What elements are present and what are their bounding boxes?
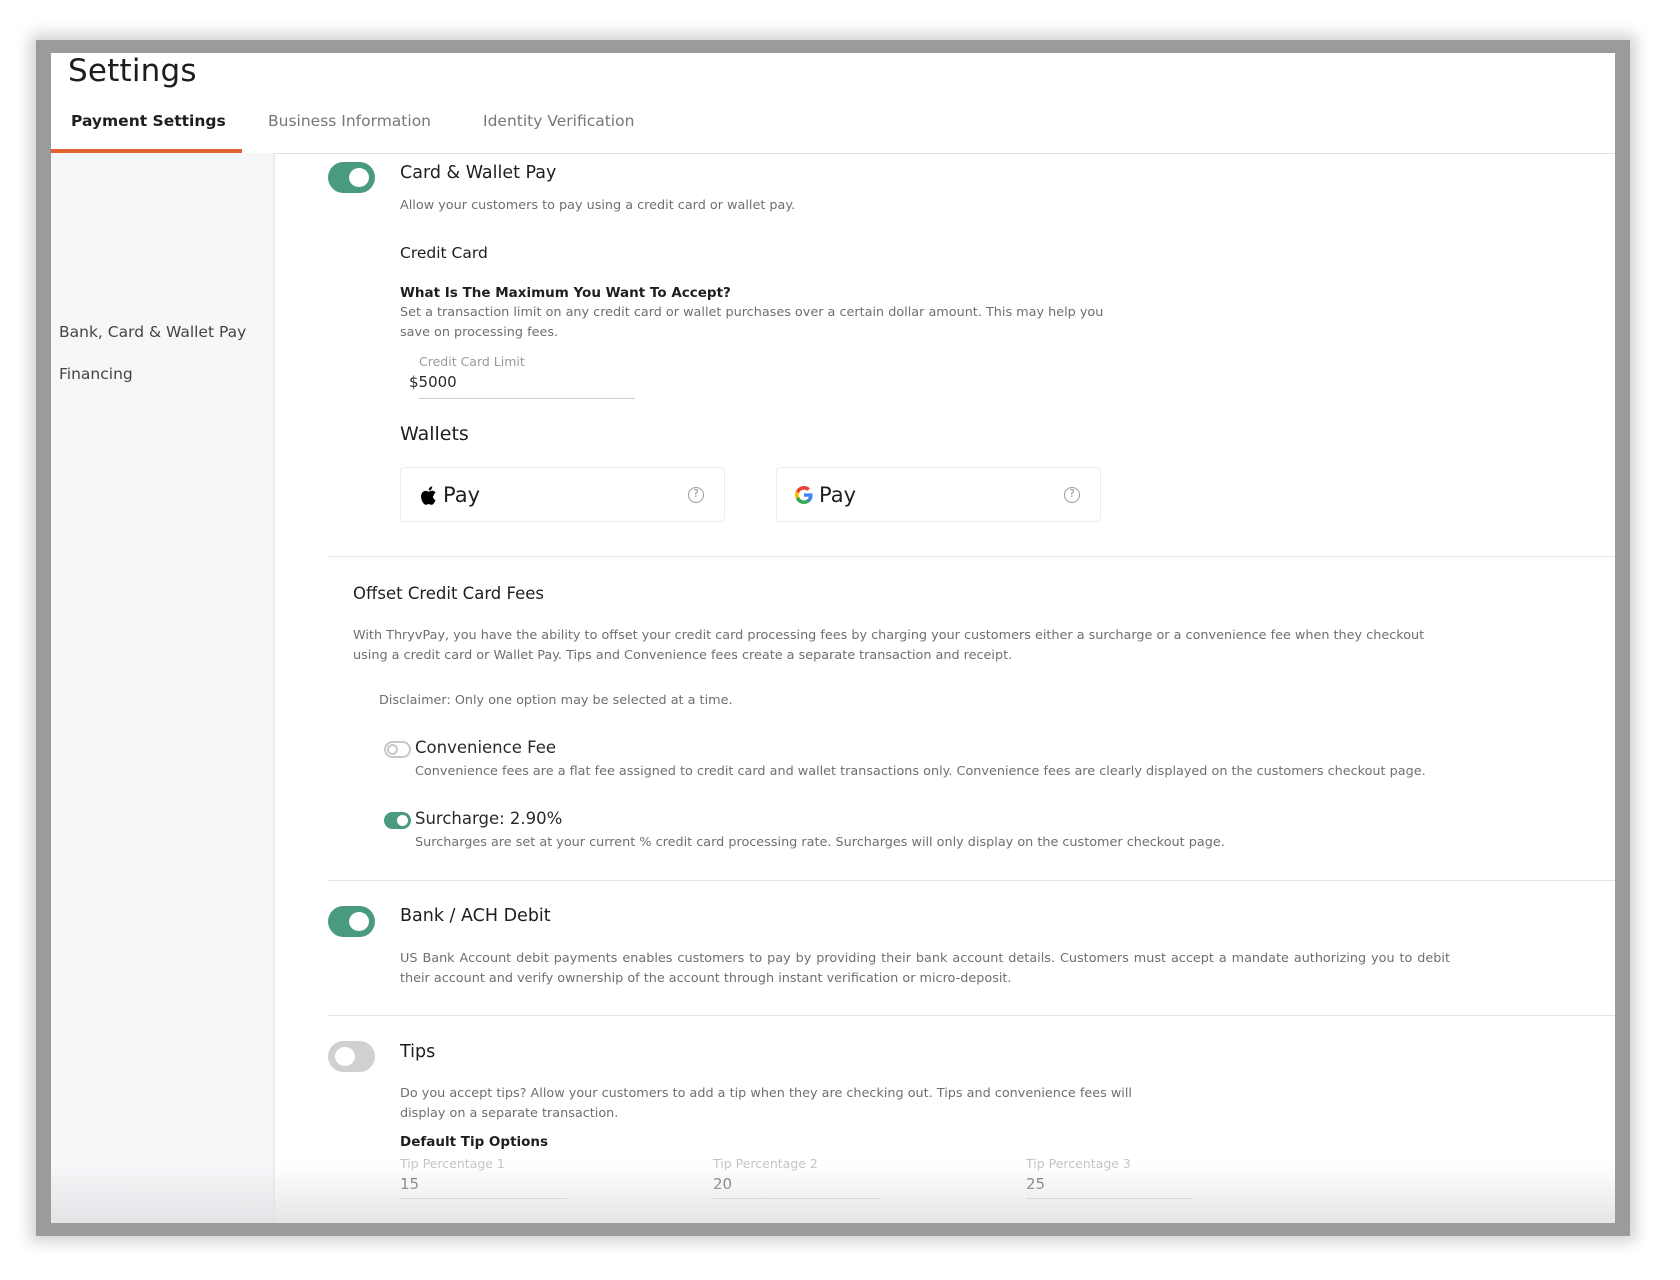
tips-title: Tips [400, 1042, 436, 1062]
default-tip-options-heading: Default Tip Options [400, 1134, 549, 1150]
surcharge-description: Surcharges are set at your current % cre… [415, 835, 1225, 850]
surcharge-label: Surcharge: 2.90% [415, 809, 563, 828]
settings-panel: Settings Payment Settings Business Infor… [51, 53, 1615, 1223]
wallets-heading: Wallets [400, 423, 469, 445]
apple-pay-card[interactable]: Pay ? [400, 467, 725, 522]
bank-ach-title: Bank / ACH Debit [400, 906, 551, 926]
tip-percentage-2-underline [713, 1198, 880, 1199]
offset-fees-disclaimer: Disclaimer: Only one option may be selec… [379, 693, 733, 708]
google-pay-card[interactable]: Pay ? [776, 467, 1101, 522]
google-pay-label: Pay [819, 483, 857, 507]
toggle-knob [349, 168, 369, 187]
section-divider [328, 880, 1615, 881]
surcharge-toggle[interactable] [384, 812, 411, 829]
tip-percentage-1-underline [400, 1198, 567, 1199]
credit-card-limit-value: 5000 [418, 373, 457, 391]
apple-pay-help-icon[interactable]: ? [688, 487, 704, 503]
sidebar-item-bank-card-wallet-pay[interactable]: Bank, Card & Wallet Pay [59, 323, 246, 341]
credit-card-heading: Credit Card [400, 244, 488, 262]
offset-fees-title: Offset Credit Card Fees [353, 584, 545, 603]
tip-percentage-3-label: Tip Percentage 3 [1026, 1156, 1131, 1171]
google-pay-help-icon[interactable]: ? [1064, 487, 1080, 503]
tab-business-information[interactable]: Business Information [268, 112, 431, 130]
bank-ach-toggle[interactable] [328, 906, 375, 937]
apple-icon [421, 485, 436, 505]
tips-toggle[interactable] [328, 1041, 375, 1072]
card-wallet-pay-title: Card & Wallet Pay [400, 163, 557, 183]
tip-percentage-2-input[interactable]: 20 [713, 1175, 732, 1193]
toggle-knob [397, 815, 408, 826]
tip-percentage-1-label: Tip Percentage 1 [400, 1156, 505, 1171]
page-title: Settings [68, 53, 197, 89]
offset-fees-description: With ThryvPay, you have the ability to o… [353, 628, 1425, 663]
convenience-fee-toggle[interactable] [384, 741, 411, 758]
section-divider [328, 556, 1615, 557]
credit-card-limit-input[interactable]: $5000 [409, 373, 457, 391]
max-amount-question: What Is The Maximum You Want To Accept? [400, 285, 731, 301]
card-wallet-pay-description: Allow your customers to pay using a cred… [400, 198, 796, 213]
max-amount-description: Set a transaction limit on any credit ca… [400, 305, 1104, 340]
tip-percentage-1-input[interactable]: 15 [400, 1175, 419, 1193]
credit-card-limit-label: Credit Card Limit [419, 354, 525, 369]
toggle-knob [335, 1047, 355, 1066]
card-wallet-pay-toggle[interactable] [328, 162, 375, 193]
bottom-fade [51, 1163, 1615, 1223]
tip-percentage-3-underline [1026, 1198, 1193, 1199]
toggle-knob [387, 744, 398, 755]
tab-identity-verification[interactable]: Identity Verification [483, 112, 634, 130]
tips-description: Do you accept tips? Allow your customers… [400, 1086, 1132, 1121]
convenience-fee-description: Convenience fees are a flat fee assigned… [415, 764, 1426, 779]
google-icon [795, 486, 813, 504]
convenience-fee-label: Convenience Fee [415, 738, 556, 757]
sidebar-item-financing[interactable]: Financing [59, 365, 133, 383]
apple-pay-label: Pay [443, 483, 481, 507]
tip-percentage-2-label: Tip Percentage 2 [713, 1156, 818, 1171]
tabs-divider [242, 153, 1615, 154]
tab-payment-settings[interactable]: Payment Settings [71, 112, 226, 130]
tip-percentage-3-input[interactable]: 25 [1026, 1175, 1045, 1193]
toggle-knob [349, 912, 369, 931]
bank-ach-description: US Bank Account debit payments enables c… [400, 951, 1450, 986]
sidebar [51, 153, 275, 1223]
credit-card-limit-underline [419, 398, 635, 399]
section-divider [328, 1015, 1615, 1016]
currency-prefix: $ [409, 373, 419, 391]
